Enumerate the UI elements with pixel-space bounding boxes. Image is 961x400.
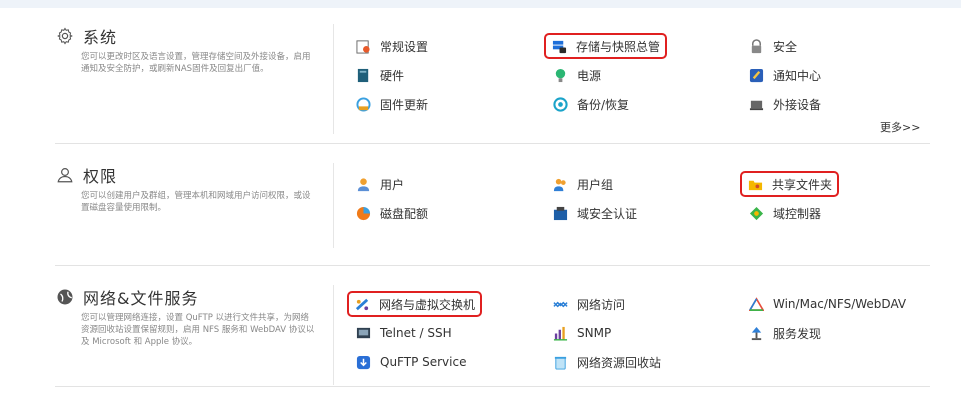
hardware-item[interactable]: 硬件	[355, 64, 404, 86]
general-settings-item[interactable]: 常规设置	[355, 35, 428, 57]
user-group-icon	[552, 176, 568, 192]
top-bar	[0, 0, 961, 8]
hardware-icon	[355, 67, 371, 83]
domain-controller-icon	[748, 205, 764, 221]
network-section: 网络&文件服务 您可以管理网络连接，设置 QuFTP 以进行文件共享，为网络资源…	[55, 285, 930, 385]
terminal-icon	[355, 325, 371, 341]
general-settings-icon	[355, 38, 371, 54]
quftp-service-item[interactable]: QuFTP Service	[355, 351, 466, 373]
system-section: 系统 您可以更改时区及语言设置，管理存储空间及外接设备，启用通知及安全防护，或刷…	[55, 24, 930, 134]
domain-security-icon	[552, 205, 568, 221]
lock-icon	[748, 38, 764, 54]
snmp-icon	[552, 325, 568, 341]
telnet-ssh-item[interactable]: Telnet / SSH	[355, 322, 452, 344]
network-vertical-divider	[333, 285, 334, 385]
network-header: 网络&文件服务	[55, 285, 198, 309]
backup-restore-item[interactable]: 备份/恢复	[552, 93, 629, 115]
privilege-header: 权限	[55, 163, 117, 187]
domain-controller-item[interactable]: 域控制器	[748, 202, 821, 224]
privilege-title: 权限	[83, 167, 118, 186]
network-globe-icon	[55, 287, 75, 307]
storage-snapshot-item[interactable]: 存储与快照总管	[543, 33, 668, 59]
network-access-icon	[552, 296, 568, 312]
file-protocols-icon	[748, 296, 764, 312]
service-discovery-icon	[748, 325, 764, 341]
quftp-icon	[355, 354, 371, 370]
shared-folder-icon	[747, 176, 763, 192]
system-description: 您可以更改时区及语言设置，管理存储空间及外接设备，启用通知及安全防护，或刷新NA…	[81, 52, 311, 74]
recycle-bin-icon	[552, 354, 568, 370]
power-item[interactable]: 电源	[552, 64, 601, 86]
gear-icon	[55, 26, 75, 46]
section-divider-1	[55, 143, 930, 144]
shared-folders-item[interactable]: 共享文件夹	[739, 171, 840, 197]
backup-restore-icon	[552, 96, 568, 112]
privilege-description: 您可以创建用户及群组，管理本机和网域用户访问权限，或设置磁盘容量使用限制。	[81, 191, 311, 213]
security-item[interactable]: 安全	[748, 35, 797, 57]
domain-security-item[interactable]: 域安全认证	[552, 202, 637, 224]
more-link[interactable]: 更多>>	[880, 119, 920, 135]
notification-icon	[748, 67, 764, 83]
users-item[interactable]: 用户	[355, 173, 404, 195]
network-access-item[interactable]: 网络访问	[552, 293, 625, 315]
privilege-section: 权限 您可以创建用户及群组，管理本机和网域用户访问权限，或设置磁盘容量使用限制。…	[55, 163, 930, 248]
user-groups-item[interactable]: 用户组	[552, 173, 613, 195]
firmware-update-item[interactable]: 固件更新	[355, 93, 428, 115]
storage-snapshot-icon	[551, 38, 567, 54]
section-divider-3	[55, 386, 930, 387]
user-icon	[355, 176, 371, 192]
network-vswitch-item[interactable]: 网络与虚拟交换机	[346, 291, 483, 317]
system-header: 系统	[55, 24, 117, 48]
notification-center-item[interactable]: 通知中心	[748, 64, 821, 86]
external-device-icon	[748, 96, 764, 112]
network-vswitch-icon	[354, 296, 370, 312]
user-outline-icon	[55, 165, 75, 185]
external-device-item[interactable]: 外接设备	[748, 93, 821, 115]
service-discovery-item[interactable]: 服务发现	[748, 322, 821, 344]
network-recycle-bin-item[interactable]: 网络资源回收站	[552, 351, 661, 373]
snmp-item[interactable]: SNMP	[552, 322, 611, 344]
power-bulb-icon	[552, 67, 568, 83]
network-title: 网络&文件服务	[83, 289, 199, 308]
network-description: 您可以管理网络连接，设置 QuFTP 以进行文件共享，为网络资源回收站设置保留规…	[81, 313, 315, 347]
disk-quota-icon	[355, 205, 371, 221]
file-protocols-item[interactable]: Win/Mac/NFS/WebDAV	[748, 293, 906, 315]
firmware-update-icon	[355, 96, 371, 112]
section-divider-2	[55, 265, 930, 266]
disk-quota-item[interactable]: 磁盘配额	[355, 202, 428, 224]
privilege-vertical-divider	[333, 163, 334, 248]
system-title: 系统	[83, 28, 118, 47]
system-vertical-divider	[333, 24, 334, 134]
